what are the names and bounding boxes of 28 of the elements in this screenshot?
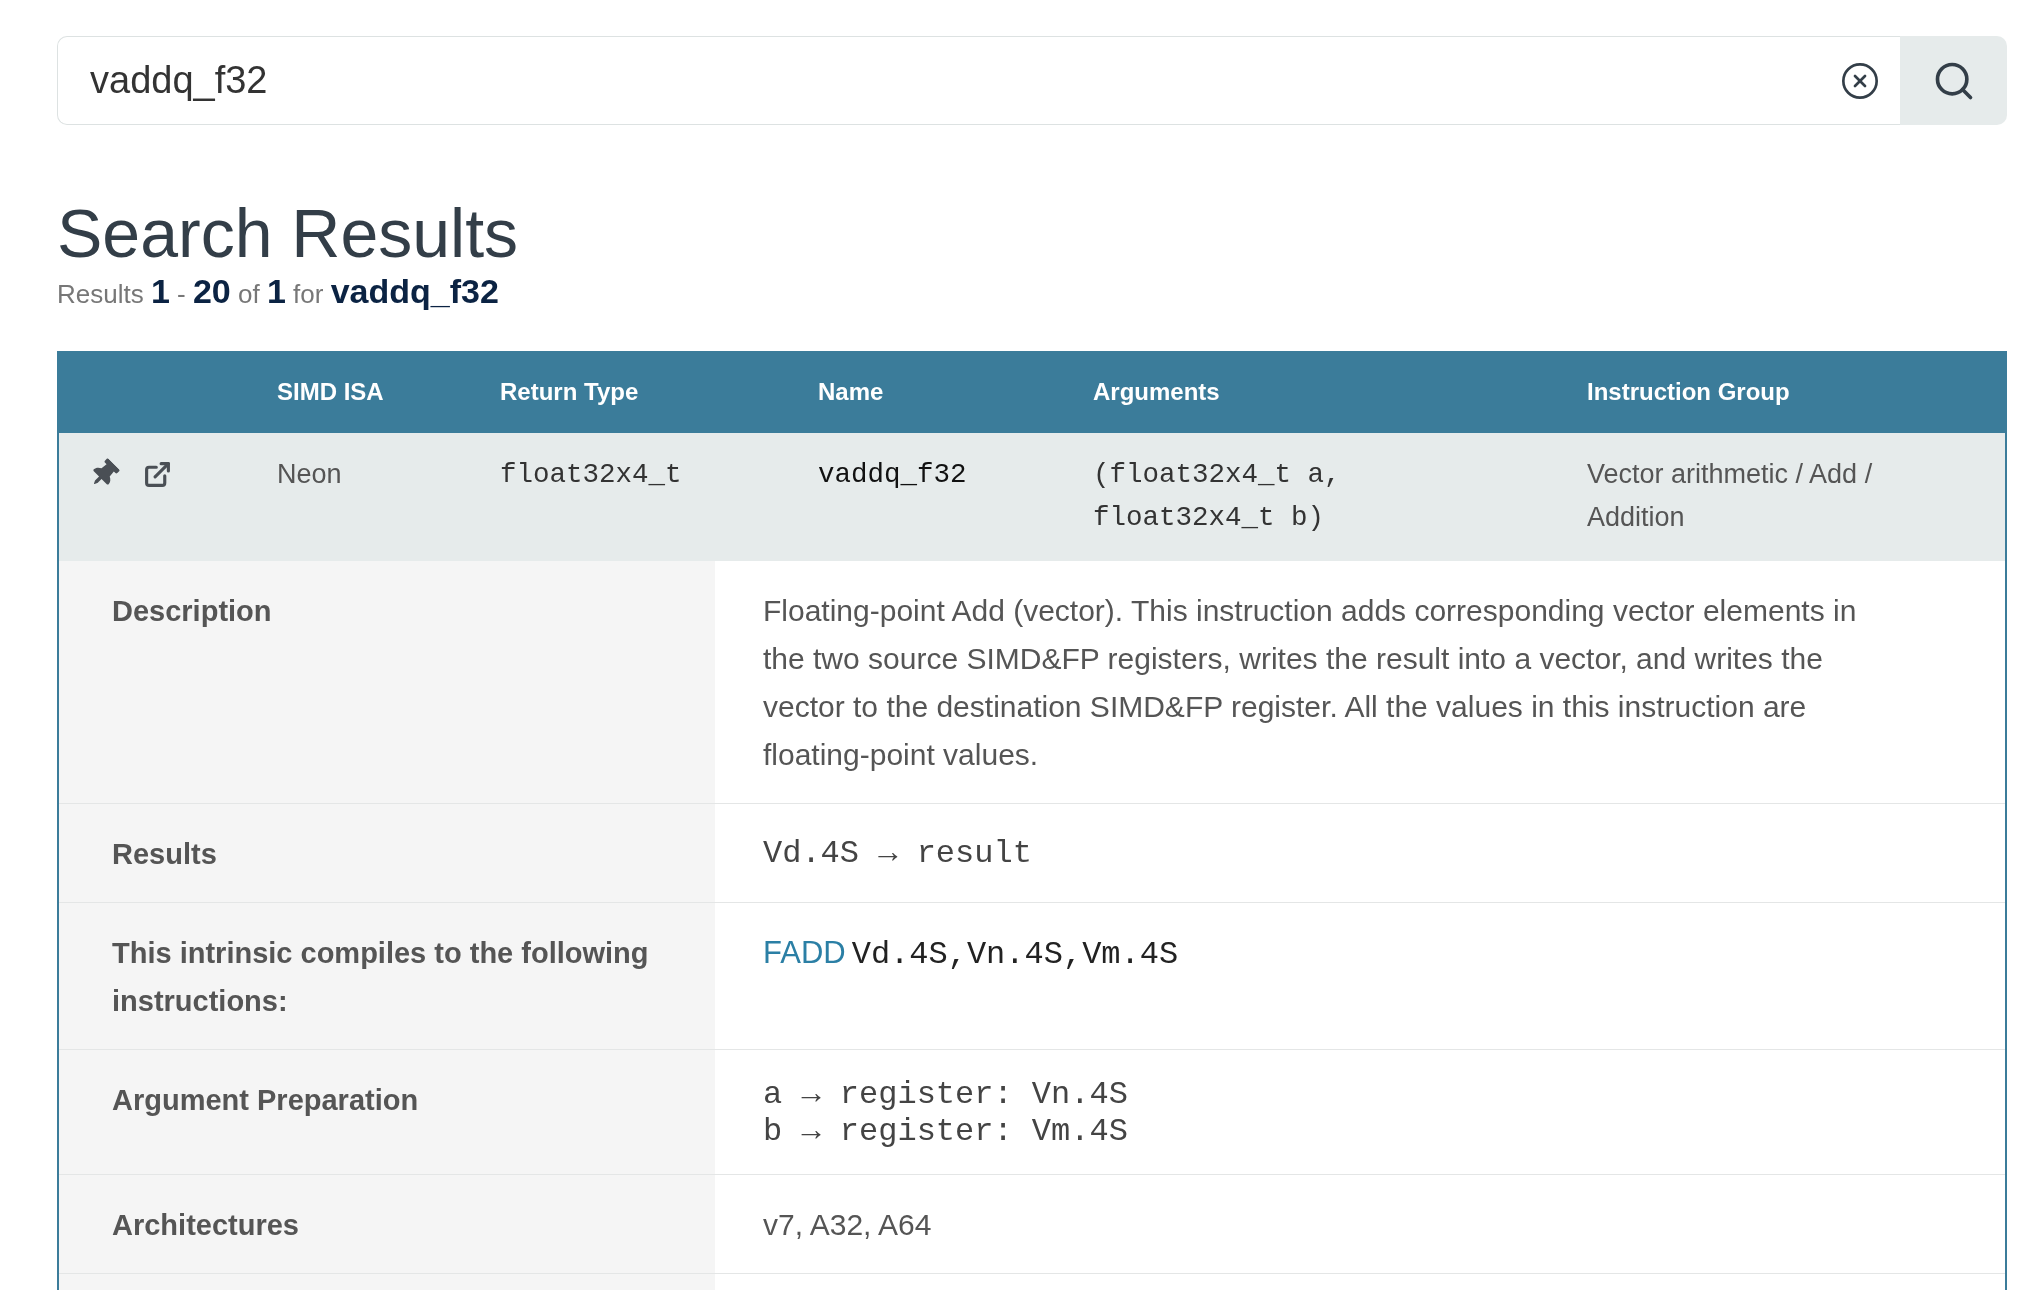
results-summary: Results 1 - 20 of 1 for vaddq_f32 xyxy=(57,271,499,312)
column-header[interactable]: Arguments xyxy=(1093,374,1220,410)
table-cell-text: Neon xyxy=(277,458,342,491)
table-row[interactable]: Neon float32x4_t vaddq_f32 (float32x4_t a, float32x4_t b) Vector arithmetic / Add / Addition xyxy=(59,433,2005,561)
code-text: Vd.4S → result xyxy=(763,835,1032,872)
column-header[interactable]: Name xyxy=(818,374,884,410)
row-label: Description xyxy=(59,561,715,803)
row-label: Argument Preparation xyxy=(59,1050,715,1174)
column-header[interactable]: Instruction Group xyxy=(1587,374,1790,410)
row-label: Results xyxy=(59,804,715,902)
code-line: a → register: Vn.4S xyxy=(763,1076,1128,1113)
operands-text: Vd.4S,Vn.4S,Vm.4S xyxy=(851,935,1179,975)
column-header[interactable]: SIMD ISA xyxy=(277,374,384,410)
clear-icon[interactable] xyxy=(1840,60,1880,101)
detail-text: Floating-point Add (vector). This instruction adds corresponding vector elements in the two source SIMD&FP registers, writes the result into a vector, and writes the vector to the destination SIMD&FP register. All the values in this instruction are floating-point values. xyxy=(763,593,1858,773)
row-label: Architectures xyxy=(59,1175,715,1273)
detail-text: v7, A32, A64 xyxy=(763,1207,933,1243)
row-label: This intrinsic compiles to the following instructions: xyxy=(59,903,715,1049)
table-cell-text: Vector arithmetic / Add / Addition xyxy=(1587,458,1874,534)
column-header[interactable]: Return Type xyxy=(500,374,639,410)
instruction-link[interactable]: FADD xyxy=(763,929,846,977)
table-cell-text: float32x4_t xyxy=(500,458,682,492)
external-link-icon[interactable] xyxy=(143,460,172,489)
table-cell-text: vaddq_f32 xyxy=(818,458,967,492)
page-title: Search Results xyxy=(57,199,519,267)
code-line: b → register: Vm.4S xyxy=(763,1113,1128,1150)
table-cell-text: (float32x4_t a, float32x4_t b) xyxy=(1093,458,1342,535)
search-button[interactable] xyxy=(1900,36,2007,125)
